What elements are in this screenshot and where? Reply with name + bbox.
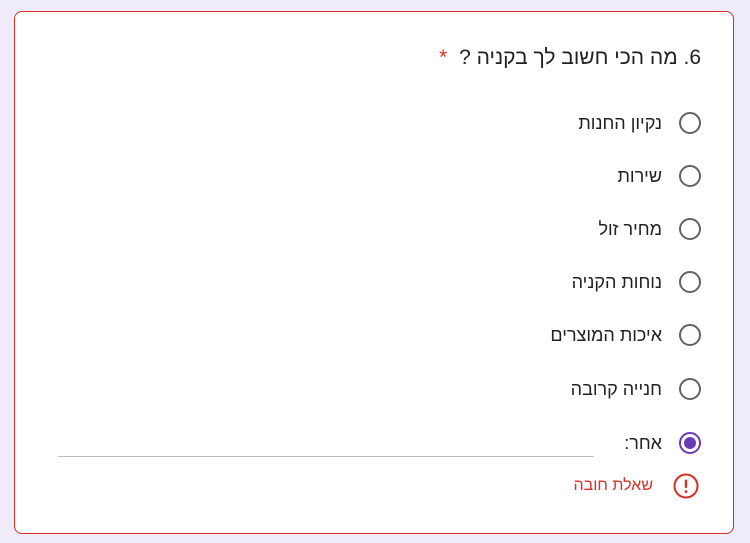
option-label: חנייה קרובה — [570, 378, 662, 399]
error-message: שאלת חובה — [573, 477, 653, 494]
option-label: מחיר זול — [598, 218, 662, 239]
error-icon — [673, 473, 699, 499]
radio-button-selected[interactable] — [679, 432, 701, 454]
option-store-cleanliness[interactable]: נקיון החנות — [578, 108, 701, 138]
option-nearby-parking[interactable]: חנייה קרובה — [571, 374, 701, 404]
other-text-input[interactable] — [58, 456, 594, 457]
radio-button[interactable] — [679, 271, 701, 293]
radio-button[interactable] — [679, 324, 701, 346]
option-other[interactable]: אחר: — [624, 428, 701, 458]
option-label: אחר: — [624, 432, 662, 453]
required-error: שאלת חובה — [574, 472, 699, 500]
question-title-text: 6. מה הכי חשוב לך בקניה ? — [459, 46, 701, 69]
option-cheap-price[interactable]: מחיר זול — [598, 214, 701, 244]
option-label: שירות — [617, 165, 662, 186]
option-service[interactable]: שירות — [617, 161, 701, 191]
radio-button[interactable] — [679, 112, 701, 134]
option-label: נקיון החנות — [578, 112, 662, 133]
option-label: איכות המוצרים — [550, 324, 662, 345]
radio-button[interactable] — [679, 165, 701, 187]
question-title: 6. מה הכי חשוב לך בקניה ? * — [439, 46, 701, 70]
option-product-quality[interactable]: איכות המוצרים — [550, 320, 701, 350]
required-asterisk: * — [439, 46, 448, 69]
radio-button[interactable] — [679, 218, 701, 240]
option-label: נוחות הקניה — [571, 271, 662, 292]
option-shopping-convenience[interactable]: נוחות הקניה — [572, 267, 701, 297]
radio-button[interactable] — [679, 378, 701, 400]
question-card: 6. מה הכי חשוב לך בקניה ? * נקיון החנות … — [14, 11, 734, 534]
